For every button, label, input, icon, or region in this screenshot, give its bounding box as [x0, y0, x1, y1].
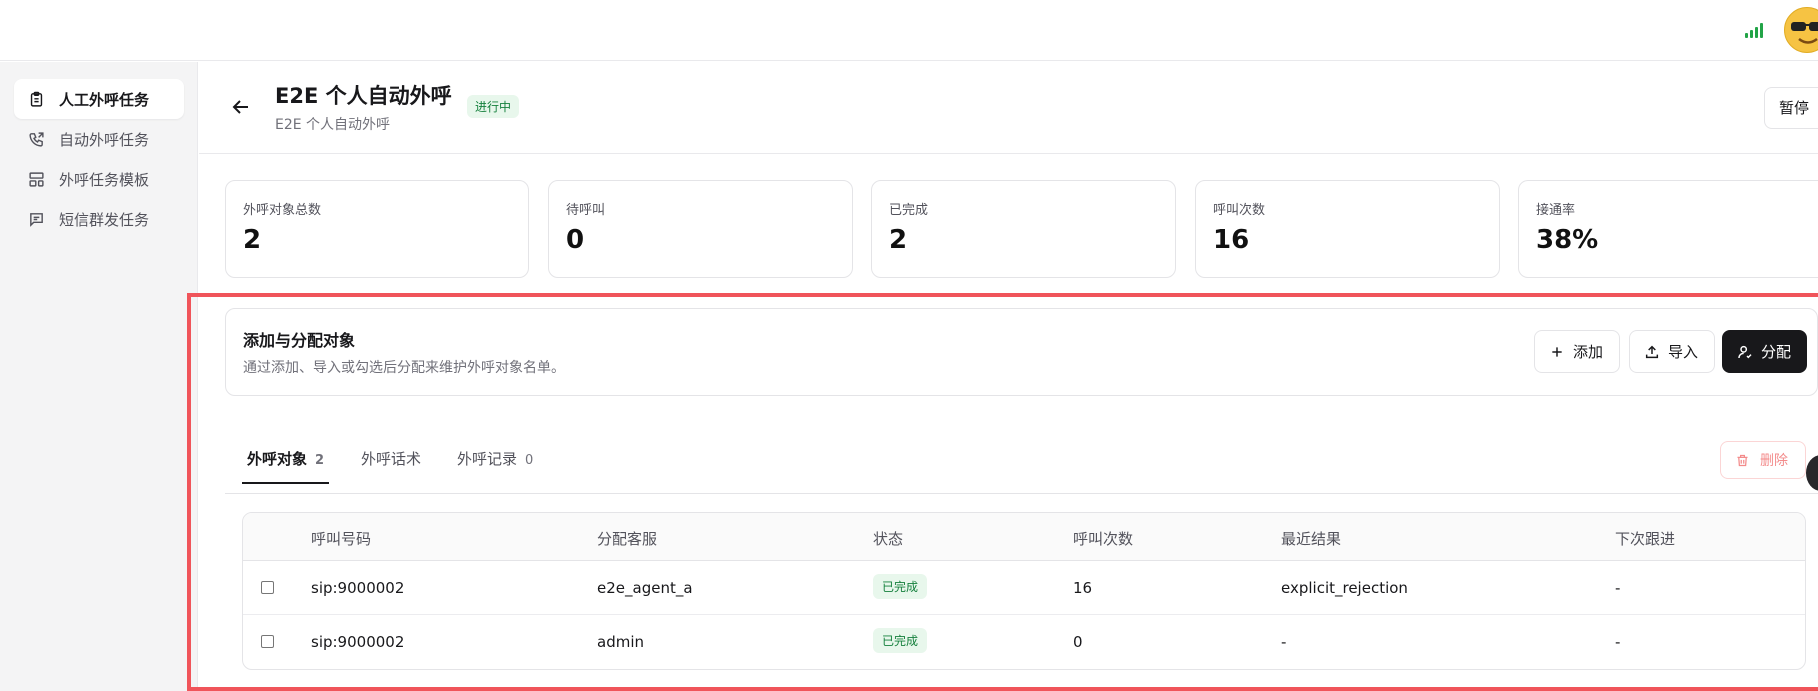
stat-label: 待呼叫 — [566, 203, 606, 218]
sidebar-item-call-task-templates[interactable]: 外呼任务模板 — [14, 159, 184, 199]
stat-value: 2 — [243, 225, 262, 255]
add-assign-panel: 添加与分配对象 通过添加、导入或勾选后分配来维护外呼对象名单。 添加 导入 分配 — [225, 308, 1818, 396]
tab-count: 0 — [525, 453, 534, 468]
sidebar-item-label: 外呼任务模板 — [59, 170, 150, 189]
phone-call-icon — [29, 131, 44, 147]
avatar[interactable] — [1784, 7, 1818, 53]
cell-next-followup: - — [1615, 633, 1621, 651]
cell-call-count: 0 — [1073, 633, 1083, 651]
delete-button-label: 删除 — [1760, 453, 1788, 469]
tab-call-targets[interactable]: 外呼对象 2 — [247, 448, 324, 469]
table-row[interactable]: sip:9000002 e2e_agent_a 已完成 16 explicit_… — [243, 561, 1805, 615]
page-header: E2E 个人自动外呼 E2E 个人自动外呼 进行中 暂停 — [199, 62, 1818, 154]
stat-card-call-count: 呼叫次数 16 — [1195, 180, 1500, 278]
cell-agent: admin — [597, 633, 644, 651]
tab-label: 外呼对象 — [247, 450, 308, 468]
status-badge: 已完成 — [873, 628, 928, 653]
layout-template-icon — [29, 171, 44, 187]
column-header-call-count[interactable]: 呼叫次数 — [1073, 528, 1133, 549]
stat-card-completed: 已完成 2 — [871, 180, 1176, 278]
add-button[interactable]: 添加 — [1534, 330, 1620, 373]
stat-card-pending: 待呼叫 0 — [548, 180, 853, 278]
cell-agent: e2e_agent_a — [597, 579, 693, 597]
message-icon — [30, 212, 43, 227]
table-row[interactable]: sip:9000002 admin 已完成 0 - - — [243, 615, 1805, 669]
stat-label: 接通率 — [1536, 203, 1576, 218]
sidebar-item-sms-tasks[interactable]: 短信群发任务 — [14, 199, 184, 239]
tab-call-records[interactable]: 外呼记录 0 — [457, 448, 533, 469]
column-header-next-followup[interactable]: 下次跟进 — [1615, 528, 1675, 549]
column-header-status[interactable]: 状态 — [873, 528, 903, 549]
stat-label: 外呼对象总数 — [243, 203, 322, 218]
page-subtitle: E2E 个人自动外呼 — [275, 117, 391, 133]
cell-number: sip:9000002 — [311, 579, 405, 597]
sidebar: 人工外呼任务 自动外呼任务 外呼任务模板 短信群发任务 — [0, 62, 198, 691]
row-checkbox[interactable] — [261, 581, 274, 594]
tab-bar: 外呼对象 2 外呼话术 外呼记录 0 — [225, 430, 1818, 494]
add-button-label: 添加 — [1573, 343, 1604, 361]
stat-card-total: 外呼对象总数 2 — [225, 180, 529, 278]
assign-button-label: 分配 — [1761, 343, 1792, 361]
stat-value: 38% — [1536, 225, 1599, 255]
pause-button[interactable]: 暂停 — [1764, 87, 1818, 129]
import-button-label: 导入 — [1668, 343, 1699, 361]
signal-bars-icon — [1745, 22, 1763, 38]
tab-label: 外呼话术 — [361, 450, 422, 468]
clipboard-icon — [30, 91, 43, 107]
tab-label: 外呼记录 — [457, 450, 518, 468]
cell-next-followup: - — [1615, 579, 1621, 597]
panel-description: 通过添加、导入或勾选后分配来维护外呼对象名单。 — [243, 360, 565, 376]
user-assign-icon — [1738, 345, 1752, 358]
column-header-last-result[interactable]: 最近结果 — [1281, 528, 1341, 549]
cell-call-count: 16 — [1073, 579, 1093, 597]
trash-icon — [1737, 454, 1748, 466]
tab-count: 2 — [315, 453, 325, 468]
sidebar-item-label: 人工外呼任务 — [59, 90, 150, 109]
sidebar-item-manual-call-tasks[interactable]: 人工外呼任务 — [14, 79, 184, 119]
back-arrow-icon[interactable] — [229, 95, 253, 119]
column-header-number[interactable]: 呼叫号码 — [311, 528, 371, 549]
stat-label: 已完成 — [889, 203, 929, 218]
stat-card-connect-rate: 接通率 38% — [1518, 180, 1818, 278]
stat-value: 0 — [566, 225, 585, 255]
top-bar — [0, 0, 1818, 61]
call-targets-table: 呼叫号码 分配客服 状态 呼叫次数 最近结果 下次跟进 sip:9000002 … — [242, 512, 1806, 670]
stat-value: 2 — [889, 225, 908, 255]
row-checkbox[interactable] — [261, 635, 274, 648]
panel-title: 添加与分配对象 — [243, 331, 356, 350]
active-tab-indicator — [242, 482, 329, 484]
assign-button[interactable]: 分配 — [1722, 330, 1807, 373]
page-title: E2E 个人自动外呼 — [275, 84, 452, 108]
cell-last-result: explicit_rejection — [1281, 579, 1408, 597]
sidebar-item-auto-call-tasks[interactable]: 自动外呼任务 — [14, 119, 184, 159]
delete-button[interactable]: 删除 — [1720, 441, 1806, 479]
stat-label: 呼叫次数 — [1213, 203, 1266, 218]
sunglasses-emoji-icon — [1791, 22, 1818, 44]
sidebar-item-label: 自动外呼任务 — [59, 130, 150, 149]
status-badge: 已完成 — [873, 574, 928, 599]
sidebar-item-label: 短信群发任务 — [59, 210, 150, 229]
stat-value: 16 — [1213, 225, 1250, 255]
tab-call-scripts[interactable]: 外呼话术 — [361, 448, 421, 469]
cell-number: sip:9000002 — [311, 633, 405, 651]
cell-last-result: - — [1281, 633, 1287, 651]
upload-icon — [1645, 345, 1659, 358]
column-header-agent[interactable]: 分配客服 — [597, 528, 657, 549]
highlight-box-bottom — [187, 687, 1818, 691]
status-badge: 进行中 — [467, 95, 520, 118]
table-header: 呼叫号码 分配客服 状态 呼叫次数 最近结果 下次跟进 — [243, 513, 1805, 561]
import-button[interactable]: 导入 — [1629, 330, 1715, 373]
plus-icon — [1552, 346, 1562, 357]
